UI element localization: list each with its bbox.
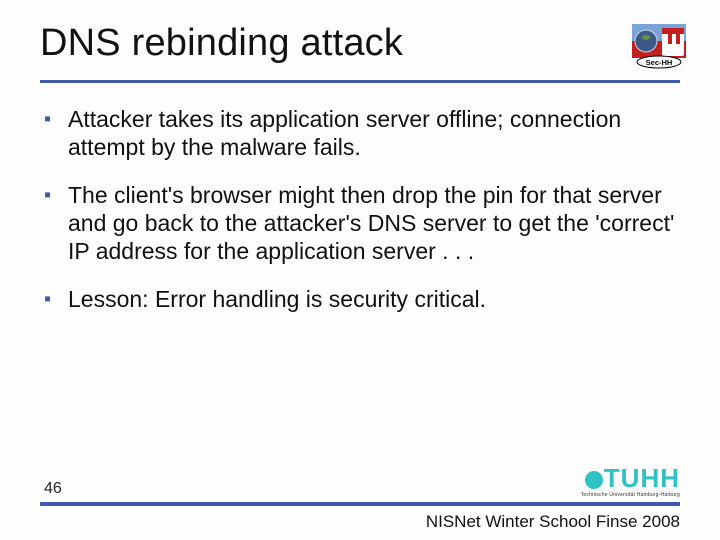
- tuhh-wordmark: TUHH: [585, 465, 680, 491]
- sec-hh-logo: Sec-HH: [632, 24, 686, 70]
- bullet-text: The client's browser might then drop the…: [68, 181, 680, 265]
- list-item: ▪ The client's browser might then drop t…: [44, 181, 680, 265]
- tuhh-dot-icon: [585, 471, 603, 489]
- footer-text: NISNet Winter School Finse 2008: [40, 512, 680, 532]
- list-item: ▪ Attacker takes its application server …: [44, 105, 680, 161]
- list-item: ▪ Lesson: Error handling is security cri…: [44, 285, 680, 313]
- bullet-text: Attacker takes its application server of…: [68, 105, 680, 161]
- footer-top-row: 46 TUHH Technische Universität Hamburg-H…: [40, 465, 680, 498]
- page-number: 46: [40, 480, 62, 498]
- title-rule: [40, 80, 680, 83]
- tuhh-subtitle: Technische Universität Hamburg-Harburg: [581, 493, 680, 498]
- bullet-icon: ▪: [44, 105, 68, 133]
- footer-rule: [40, 502, 680, 506]
- sec-hh-label-text: Sec-HH: [646, 58, 673, 67]
- page-title: DNS rebinding attack: [40, 22, 403, 65]
- bullet-text: Lesson: Error handling is security criti…: [68, 285, 486, 313]
- tuhh-logo: TUHH Technische Universität Hamburg-Harb…: [581, 465, 680, 498]
- bullet-list: ▪ Attacker takes its application server …: [40, 105, 680, 313]
- tuhh-word-text: TUHH: [604, 463, 680, 493]
- header-row: DNS rebinding attack Sec-HH: [40, 22, 680, 70]
- bullet-icon: ▪: [44, 181, 68, 209]
- footer: 46 TUHH Technische Universität Hamburg-H…: [0, 465, 720, 540]
- slide: DNS rebinding attack Sec-HH ▪ Attacker t…: [0, 0, 720, 540]
- bullet-icon: ▪: [44, 285, 68, 313]
